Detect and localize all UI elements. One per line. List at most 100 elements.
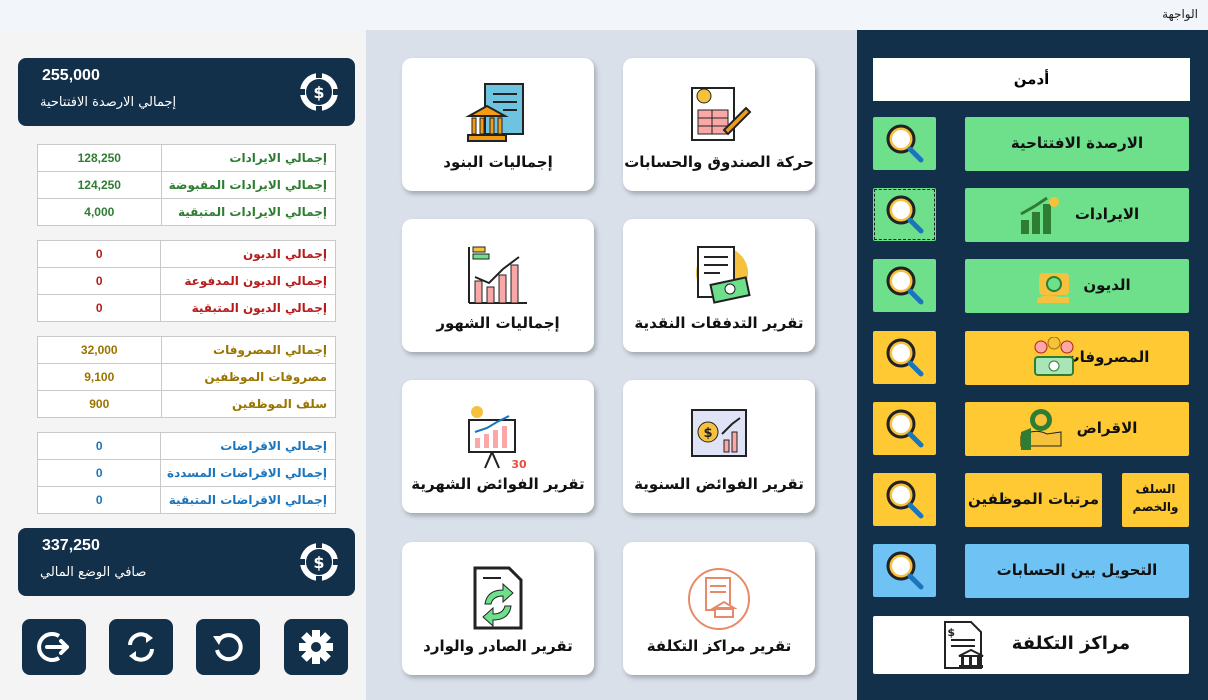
navigation-panel: أدمن الارصدة الافتتاحية الايرادات الديون: [857, 30, 1208, 700]
expenses-total-value: 32,000: [37, 336, 162, 364]
magnifier-icon: [886, 195, 924, 234]
items-totals-card[interactable]: إجماليات البنود: [402, 58, 594, 191]
search-opening-balances-button[interactable]: [873, 117, 936, 170]
bank-document-icon: [465, 83, 524, 142]
revenues-button[interactable]: الايرادات: [965, 188, 1189, 242]
magnifier-icon: [886, 338, 924, 377]
revenues-table: 128,250 إجمالي الايرادات 124,250 إجمالي ال…: [37, 144, 337, 226]
table-row: 0 إجمالي الديون المدفوعة: [36, 267, 336, 295]
transfer-accounts-button[interactable]: التحويل بين الحسابات: [965, 544, 1189, 598]
cash-document-icon: [696, 246, 751, 304]
expenses-total-label: إجمالي المصروفات: [160, 336, 337, 364]
cost-centers-report-label: تقرير مراكز التكلفة: [646, 637, 792, 655]
opening-balances-button[interactable]: الارصدة الافتتاحية: [965, 117, 1189, 171]
cashflow-report-label: تقرير التدفقات النقدية: [634, 314, 804, 332]
debts-table: 0 إجمالي الديون 0 إجمالي الديون المدفوعة 0…: [36, 240, 336, 322]
debts-remaining-value: 0: [36, 294, 162, 322]
search-loans-button[interactable]: [873, 402, 936, 455]
cashbox-movement-card[interactable]: حركة الصندوق والحسابات: [623, 58, 815, 191]
cost-centers-button[interactable]: مراكز التكلفة $: [873, 616, 1189, 674]
loans-total-value: 0: [36, 432, 162, 460]
loans-repaid-value: 0: [36, 459, 162, 487]
loans-remaining-label: إجمالي الاقراضات المتبقية: [160, 486, 336, 514]
monthly-totals-card[interactable]: إجماليات الشهور: [402, 219, 594, 352]
loans-table: 0 إجمالي الاقراضات 0 إجمالي الاقراضات المس…: [36, 432, 336, 514]
debts-remaining-label: إجمالي الديون المتبقية: [160, 294, 336, 322]
revenues-remaining-label: إجمالي الايرادات المتبقية: [160, 198, 337, 226]
document-arrows-icon: [473, 566, 523, 630]
items-totals-label: إجماليات البنود: [443, 153, 553, 171]
search-debts-button[interactable]: [873, 259, 936, 312]
debts-total-label: إجمالي الديون: [160, 240, 336, 268]
reload-button[interactable]: [196, 619, 260, 675]
search-transfer-button[interactable]: [873, 544, 936, 597]
inout-report-label: تقرير الصادر والوارد: [423, 637, 573, 655]
window-title: الواجهة: [1162, 7, 1198, 21]
advances-deductions-button[interactable]: السلف والخصم: [1122, 473, 1189, 527]
presentation-chart-icon: 30: [468, 406, 527, 471]
cost-centers-report-card[interactable]: تقرير مراكز التكلفة: [623, 542, 815, 675]
bar-chart-icon: [468, 246, 527, 304]
revenues-total-value: 128,250: [37, 144, 162, 172]
svg-text:$: $: [313, 553, 324, 572]
svg-text:$: $: [947, 626, 955, 639]
cash-coins-icon: [1034, 337, 1074, 376]
table-row: 0 إجمالي الديون: [36, 240, 336, 268]
refresh-button[interactable]: [109, 619, 173, 675]
search-salaries-button[interactable]: [873, 473, 936, 526]
monthly-totals-label: إجماليات الشهور: [436, 314, 560, 332]
inout-report-card[interactable]: تقرير الصادر والوارد: [402, 542, 594, 675]
table-row: 32,000 إجمالي المصروفات: [37, 336, 337, 364]
expenses-button[interactable]: المصروفات: [965, 331, 1189, 385]
monthly-surplus-label: تقرير الفوائض الشهرية: [411, 475, 585, 493]
loans-total-label: إجمالي الاقراضات: [160, 432, 336, 460]
magnifier-icon: [886, 409, 924, 448]
table-row: 900 سلف الموظفين: [37, 390, 337, 418]
growth-bars-icon: [1020, 196, 1059, 234]
magnifier-icon: [886, 124, 924, 163]
title-bar: الواجهة: [0, 0, 1208, 30]
advances-label-line1: السلف: [1135, 482, 1176, 496]
ledger-icon: [691, 87, 752, 141]
table-row: 4,000 إجمالي الايرادات المتبقية: [37, 198, 337, 226]
employee-expenses-label: مصروفات الموظفين: [160, 363, 337, 391]
logout-button[interactable]: [22, 619, 86, 675]
opening-balance-label: إجمالي الارصدة الافتتاحية: [40, 95, 177, 110]
growth-screen-icon: $: [691, 409, 747, 457]
user-name: أدمن: [873, 58, 1190, 101]
reports-area: إجماليات البنود حركة الصندوق والحسابات إ…: [366, 30, 857, 700]
cashbox-movement-label: حركة الصندوق والحسابات: [624, 153, 814, 171]
table-row: 0 إجمالي الاقراضات المتبقية: [36, 486, 336, 514]
net-position-label: صافي الوضع المالي: [40, 565, 147, 580]
debts-paid-value: 0: [36, 267, 162, 295]
magnifier-icon: [886, 480, 924, 519]
debts-button[interactable]: الديون: [965, 259, 1189, 313]
table-row: 0 إجمالي الاقراضات: [36, 432, 336, 460]
coin-icon: $: [299, 72, 339, 112]
opening-balances-label: الارصدة الافتتاحية: [1010, 134, 1144, 152]
gear-icon: [299, 630, 333, 664]
revenues-received-label: إجمالي الايرادات المقبوضة: [160, 171, 337, 199]
opening-balance-card: 255,000 إجمالي الارصدة الافتتاحية $: [18, 58, 355, 126]
cost-centers-label: مراكز التكلفة: [1011, 633, 1131, 654]
monthly-surplus-card[interactable]: 30 تقرير الفوائض الشهرية: [402, 380, 594, 513]
salaries-button[interactable]: مرتبات الموظفين: [965, 473, 1102, 527]
handshake-money-icon: [1020, 409, 1062, 450]
search-expenses-button[interactable]: [873, 331, 936, 384]
debts-total-value: 0: [36, 240, 162, 268]
loans-button[interactable]: الاقراض: [965, 402, 1189, 456]
search-revenues-button[interactable]: [873, 188, 936, 241]
debts-paid-label: إجمالي الديون المدفوعة: [160, 267, 336, 295]
advances-label-line2: والخصم: [1132, 500, 1179, 514]
sync-icon: [128, 632, 154, 662]
net-position-value: 337,250: [42, 537, 100, 554]
summary-panel: 255,000 إجمالي الارصدة الافتتاحية $ 128,…: [0, 30, 366, 700]
logout-icon: [37, 632, 69, 662]
annual-surplus-card[interactable]: $ تقرير الفوائض السنوية: [623, 380, 815, 513]
cashflow-report-card[interactable]: تقرير التدفقات النقدية: [623, 219, 815, 352]
table-row: 0 إجمالي الاقراضات المسددة: [36, 459, 336, 487]
revenues-total-label: إجمالي الايرادات: [160, 144, 337, 172]
loans-repaid-label: إجمالي الاقراضات المسددة: [160, 459, 336, 487]
settings-button[interactable]: [284, 619, 348, 675]
revenues-remaining-value: 4,000: [37, 198, 162, 226]
